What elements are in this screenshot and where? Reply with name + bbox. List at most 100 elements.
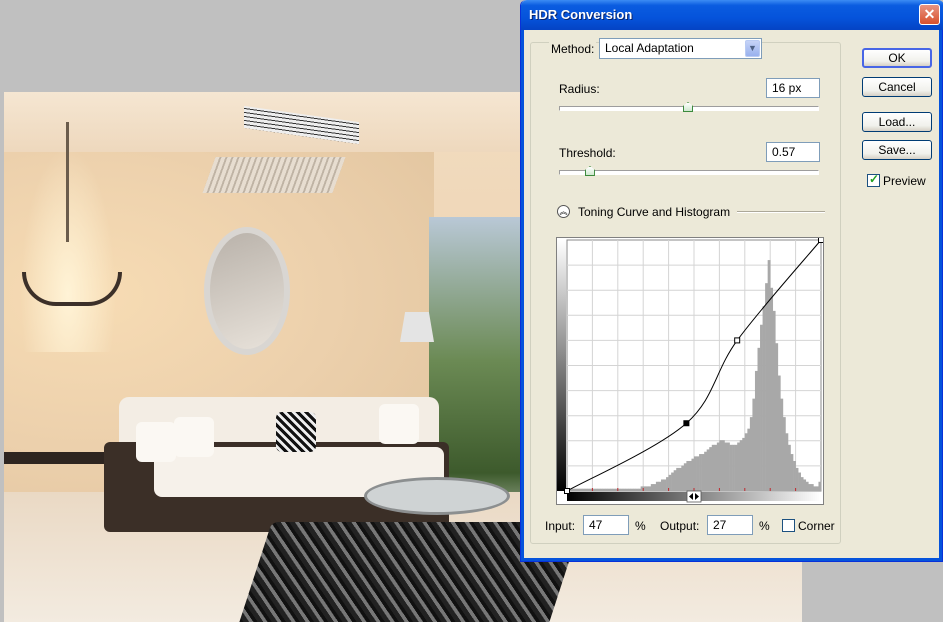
histogram-bar <box>808 484 812 491</box>
histogram-bar <box>760 324 763 491</box>
histogram-bar <box>739 440 743 491</box>
histogram-bar <box>612 488 616 491</box>
histogram-bar <box>727 442 730 491</box>
corner-checkbox[interactable] <box>782 519 795 532</box>
histogram-bar <box>630 488 634 491</box>
histogram-bar <box>605 488 608 491</box>
histogram-bar <box>653 484 657 491</box>
histogram-bar <box>620 488 624 491</box>
histogram-bar <box>798 472 801 491</box>
input-value: 47 <box>589 518 603 532</box>
histogram-bar <box>777 375 781 491</box>
histogram-bar <box>686 460 690 491</box>
toning-curve-chart[interactable] <box>557 238 823 504</box>
threshold-value: 0.57 <box>772 145 796 159</box>
histogram-bar <box>694 456 697 491</box>
method-label: Method: <box>549 42 597 56</box>
histogram-bar <box>734 444 738 491</box>
dialog-title: HDR Conversion <box>529 7 633 22</box>
histogram-bar <box>602 488 606 491</box>
histogram-bar <box>663 479 667 491</box>
photo-mirror <box>204 227 290 355</box>
method-select[interactable]: Local Adaptation ▼ <box>599 38 762 59</box>
curve-point[interactable] <box>564 488 570 494</box>
histogram-bar <box>815 486 819 491</box>
checkmark-icon: ✓ <box>869 172 880 186</box>
histogram-bar <box>625 488 629 491</box>
close-icon: ✕ <box>923 6 936 22</box>
histogram-bar <box>706 449 710 491</box>
histogram-bar <box>793 460 796 491</box>
histogram-bar <box>795 467 799 491</box>
curve-point[interactable] <box>734 337 741 344</box>
histogram-bar <box>622 488 626 491</box>
histogram-bar <box>594 488 598 491</box>
double-chevron-up-icon[interactable]: ︽ <box>557 205 570 218</box>
histogram-bar <box>757 347 761 491</box>
title-bar[interactable]: HDR Conversion ✕ <box>521 0 943 30</box>
histogram-bar <box>810 484 814 491</box>
toning-curve-area[interactable] <box>556 237 824 505</box>
histogram-bar <box>587 488 591 491</box>
histogram-bar <box>790 454 794 491</box>
histogram-bar <box>805 481 809 491</box>
radius-field[interactable]: 16 px <box>766 78 820 98</box>
histogram-bar <box>696 456 700 491</box>
histogram-bar <box>701 454 705 491</box>
chevron-down-icon[interactable]: ▼ <box>745 40 760 57</box>
histogram-bar <box>721 440 725 491</box>
histogram-bar <box>673 470 677 491</box>
histogram-bar <box>782 417 786 491</box>
histogram-bar <box>676 467 680 491</box>
histogram-bar <box>678 467 682 491</box>
photo-chandelier <box>12 122 124 352</box>
histogram-bar <box>658 481 662 491</box>
histogram-bar <box>780 398 784 491</box>
threshold-label: Threshold: <box>559 146 616 160</box>
threshold-field[interactable]: 0.57 <box>766 142 820 162</box>
histogram-bar <box>650 484 654 491</box>
histogram-bar <box>638 488 641 491</box>
output-unit: % <box>759 519 770 533</box>
histogram-bar <box>688 460 692 491</box>
histogram-bar <box>752 398 756 491</box>
histogram-bar <box>785 433 789 491</box>
histogram-range-arrows[interactable] <box>686 490 702 503</box>
threshold-slider-track[interactable] <box>559 170 819 175</box>
ok-button[interactable]: OK <box>862 48 932 68</box>
histogram-bar <box>744 433 748 491</box>
histogram-bar <box>704 451 707 491</box>
curve-point[interactable] <box>818 238 824 243</box>
cancel-button[interactable]: Cancel <box>862 77 932 97</box>
histogram-bar <box>762 306 766 491</box>
histogram-bar <box>714 444 718 491</box>
histogram-bar <box>770 287 774 491</box>
load-button[interactable]: Load... <box>862 112 932 132</box>
histogram-bar <box>724 442 728 491</box>
photo-pillow <box>174 417 214 457</box>
hdr-conversion-dialog: HDR Conversion ✕ Method: Local Adaptatio… <box>520 0 943 562</box>
section-toning-curve-label: Toning Curve and Histogram <box>578 205 731 219</box>
photo-pillow <box>379 404 419 444</box>
close-button[interactable]: ✕ <box>919 4 940 25</box>
histogram-bar <box>577 488 580 491</box>
preview-checkbox[interactable]: ✓ <box>867 172 880 187</box>
histogram-bar <box>579 488 583 491</box>
histogram-bar <box>716 442 720 491</box>
histogram-bar <box>660 479 664 491</box>
histogram-bar <box>737 442 741 491</box>
save-button[interactable]: Save... <box>862 140 932 160</box>
histogram-bar <box>719 440 723 491</box>
histogram-bar <box>582 488 586 491</box>
photo-lamp <box>400 312 434 342</box>
histogram-bar <box>648 486 652 491</box>
input-label: Input: <box>545 519 576 533</box>
histogram-bar <box>767 260 771 491</box>
corner-label: Corner <box>798 519 835 533</box>
curve-point-selected[interactable] <box>683 420 690 427</box>
photo-ac-vent <box>202 157 346 193</box>
input-field[interactable]: 47 <box>583 515 629 535</box>
output-field[interactable]: 27 <box>707 515 753 535</box>
histogram-bar <box>681 465 685 491</box>
histogram-bar <box>635 488 639 491</box>
